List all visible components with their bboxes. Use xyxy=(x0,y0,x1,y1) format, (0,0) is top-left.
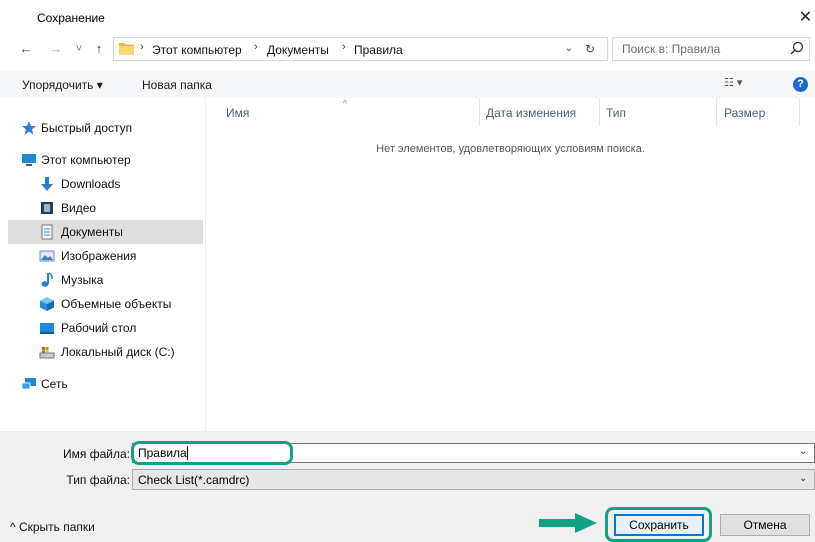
column-header-name[interactable]: Имя xyxy=(226,106,249,122)
sidebar-item-desktop[interactable]: Рабочий стол xyxy=(8,316,203,340)
sidebar-item-label: Рабочий стол xyxy=(61,321,137,335)
pointer-arrow-icon xyxy=(539,513,597,533)
sidebar-item-label: Видео xyxy=(61,201,97,215)
desktop-icon xyxy=(40,323,54,334)
save-highlight-outline xyxy=(605,507,712,542)
sidebar-item-pictures[interactable]: Изображения xyxy=(8,244,203,268)
sidebar-item-label: Этот компьютер xyxy=(41,153,131,167)
filename-highlight-outline xyxy=(131,441,293,465)
filetype-select[interactable]: Check List(*.camdrc) ⌄ xyxy=(132,469,815,490)
breadcrumb-rules[interactable]: Правила xyxy=(354,42,403,58)
column-divider[interactable] xyxy=(479,98,480,126)
sidebar-item-network[interactable]: Сеть xyxy=(8,372,203,396)
sidebar-item-downloads[interactable]: Downloads xyxy=(8,172,203,196)
search-input[interactable]: Поиск в: Правила xyxy=(612,37,810,61)
breadcrumb-this-pc[interactable]: Этот компьютер xyxy=(152,42,242,58)
sidebar-item-label: Быстрый доступ xyxy=(41,121,133,135)
refresh-icon[interactable]: ↻ xyxy=(582,40,598,58)
breadcrumb-separator: › xyxy=(342,41,346,53)
video-icon xyxy=(41,202,53,214)
column-divider[interactable] xyxy=(799,98,800,126)
cancel-button[interactable]: Отмена xyxy=(720,514,810,536)
file-list: ^ Имя Дата изменения Тип Размер Нет элем… xyxy=(206,98,815,431)
documents-icon xyxy=(41,224,53,240)
sidebar-item-local-disk[interactable]: Локальный диск (C:) xyxy=(8,340,203,364)
3d-objects-icon xyxy=(40,297,54,311)
empty-list-message: Нет элементов, удовлетворяющих условиям … xyxy=(376,143,645,155)
search-icon[interactable] xyxy=(789,40,805,58)
up-button[interactable]: ↑ xyxy=(90,38,108,60)
chevron-down-icon[interactable]: ⌄ xyxy=(799,473,807,484)
view-options-icon[interactable]: ☷ ▾ xyxy=(724,76,768,92)
search-placeholder: Поиск в: Правила xyxy=(622,42,721,56)
download-icon xyxy=(41,177,53,191)
close-icon[interactable]: ✕ xyxy=(796,7,815,29)
music-icon xyxy=(41,272,53,287)
folder-icon xyxy=(119,43,134,55)
new-folder-button[interactable]: Новая папка xyxy=(142,78,212,92)
sidebar-item-label: Изображения xyxy=(61,249,137,263)
drive-icon xyxy=(39,347,55,359)
navigation-pane: Быстрый доступ Этот компьютер Downloads … xyxy=(0,98,206,431)
sidebar-item-documents[interactable]: Документы xyxy=(8,220,203,244)
column-header-type[interactable]: Тип xyxy=(606,106,626,122)
address-bar[interactable]: › Этот компьютер › Документы › Правила ⌄… xyxy=(113,37,608,61)
network-icon xyxy=(21,378,36,390)
toolbar: Упорядочить ▾ Новая папка ☷ ▾ ? xyxy=(0,70,815,98)
computer-icon xyxy=(22,154,36,166)
sidebar-item-this-pc[interactable]: Этот компьютер xyxy=(8,148,203,172)
hide-folders-button[interactable]: ^ Скрыть папки xyxy=(10,520,95,534)
breadcrumb-documents[interactable]: Документы xyxy=(267,42,329,58)
chevron-down-icon[interactable]: ⌄ xyxy=(562,41,576,57)
title-bar: Сохранение ✕ xyxy=(0,0,815,36)
sidebar-item-label: Downloads xyxy=(61,177,121,191)
sort-ascending-icon: ^ xyxy=(343,98,348,108)
recent-locations-button[interactable]: ˅ xyxy=(72,38,86,60)
star-pin-icon xyxy=(22,121,36,135)
chevron-down-icon[interactable]: ⌄ xyxy=(799,446,807,457)
sidebar-item-label: Документы xyxy=(61,225,123,239)
filetype-value: Check List(*.camdrc) xyxy=(138,473,250,487)
forward-button[interactable]: → xyxy=(46,38,66,60)
filename-label: Имя файла: xyxy=(63,447,130,461)
sidebar-item-label: Сеть xyxy=(41,377,68,391)
column-header-size[interactable]: Размер xyxy=(724,106,765,122)
sidebar-item-video[interactable]: Видео xyxy=(8,196,203,220)
sidebar-item-label: Объемные объекты xyxy=(61,297,172,311)
sidebar-item-music[interactable]: Музыка xyxy=(8,268,203,292)
filetype-label: Тип файла: xyxy=(66,473,130,487)
organize-button[interactable]: Упорядочить ▾ xyxy=(22,78,103,92)
sidebar-item-label: Музыка xyxy=(61,273,104,287)
help-icon[interactable]: ? xyxy=(793,77,808,92)
breadcrumb-separator: › xyxy=(140,41,144,53)
breadcrumb-separator: › xyxy=(254,41,258,53)
column-divider[interactable] xyxy=(599,98,600,126)
column-header-date-modified[interactable]: Дата изменения xyxy=(486,106,576,122)
sidebar-item-label: Локальный диск (C:) xyxy=(61,345,175,359)
column-divider[interactable] xyxy=(716,98,717,126)
sidebar-item-quick-access[interactable]: Быстрый доступ xyxy=(8,116,203,140)
window-title: Сохранение xyxy=(37,11,105,25)
pictures-icon xyxy=(39,250,55,262)
sidebar-item-3d-objects[interactable]: Объемные объекты xyxy=(8,292,203,316)
back-button[interactable]: ← xyxy=(16,38,36,60)
